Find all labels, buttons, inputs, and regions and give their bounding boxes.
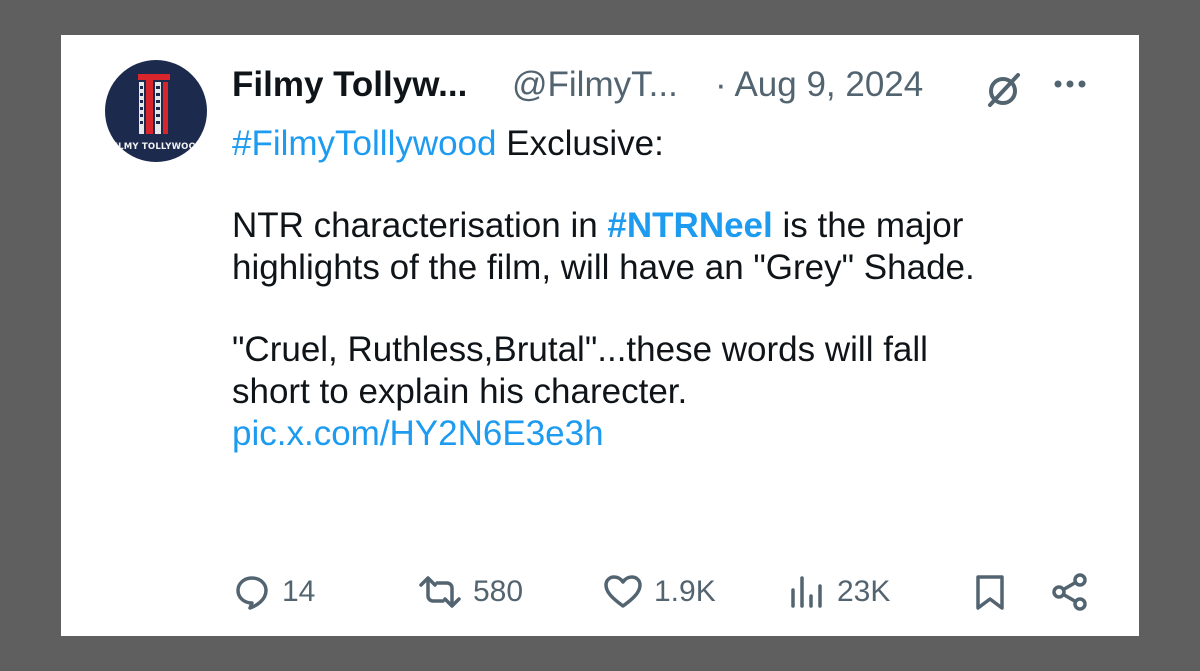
bookmark-icon bbox=[976, 575, 1004, 610]
text-line-2: NTR characterisation in #NTRNeel is the … bbox=[232, 205, 1102, 247]
text-segment: NTR characterisation in bbox=[232, 206, 608, 245]
repost-button[interactable]: 580 bbox=[417, 572, 523, 612]
reply-icon bbox=[236, 576, 268, 610]
like-icon bbox=[604, 575, 642, 608]
action-bar: 14 580 1.9K 23K bbox=[232, 572, 1102, 616]
text-segment: is the major bbox=[772, 206, 964, 245]
media-link[interactable]: pic.x.com/HY2N6E3e3h bbox=[232, 413, 1102, 455]
post-date[interactable]: · Aug 9, 2024 bbox=[715, 65, 923, 105]
share-icon bbox=[1052, 573, 1087, 611]
share-button[interactable] bbox=[1050, 572, 1090, 612]
hashtag-link[interactable]: #FilmyTolllywood bbox=[232, 124, 497, 163]
hashtag-link[interactable]: #NTRNeel bbox=[607, 206, 772, 245]
avatar-logo-text: FILMY TOLLYWOOD bbox=[108, 142, 204, 152]
views-icon bbox=[791, 576, 822, 608]
avatar[interactable]: FILMY TOLLYWOOD bbox=[105, 60, 207, 162]
text-line-4: "Cruel, Ruthless,Brutal"...these words w… bbox=[232, 330, 928, 369]
views-count: 23K bbox=[837, 575, 891, 608]
tweet-header: Filmy Tollyw... @FilmyT... · Aug 9, 2024 bbox=[232, 65, 1112, 113]
grok-icon[interactable] bbox=[984, 70, 1024, 110]
reply-button[interactable]: 14 bbox=[232, 572, 315, 612]
repost-icon bbox=[419, 576, 461, 608]
text-segment: Exclusive: bbox=[496, 124, 664, 163]
like-count: 1.9K bbox=[654, 575, 716, 608]
text-line-5: short to explain his charecter. bbox=[232, 372, 688, 411]
views-button[interactable]: 23K bbox=[787, 572, 890, 612]
reply-count: 14 bbox=[282, 575, 316, 608]
author-handle[interactable]: @FilmyT... bbox=[512, 65, 678, 105]
tweet-text: #FilmyTolllywood Exclusive: NTR characte… bbox=[232, 123, 1102, 455]
repost-count: 580 bbox=[473, 575, 524, 608]
author-name[interactable]: Filmy Tollyw... bbox=[232, 65, 467, 105]
text-line-3: highlights of the film, will have an "Gr… bbox=[232, 248, 975, 287]
bookmark-button[interactable] bbox=[970, 572, 1010, 612]
text-line-1: #FilmyTolllywood Exclusive: bbox=[232, 123, 1102, 165]
tweet-card[interactable]: FILMY TOLLYWOOD Filmy Tollyw... @FilmyT.… bbox=[61, 35, 1139, 636]
more-icon[interactable] bbox=[1052, 77, 1088, 91]
like-button[interactable]: 1.9K bbox=[602, 572, 716, 612]
